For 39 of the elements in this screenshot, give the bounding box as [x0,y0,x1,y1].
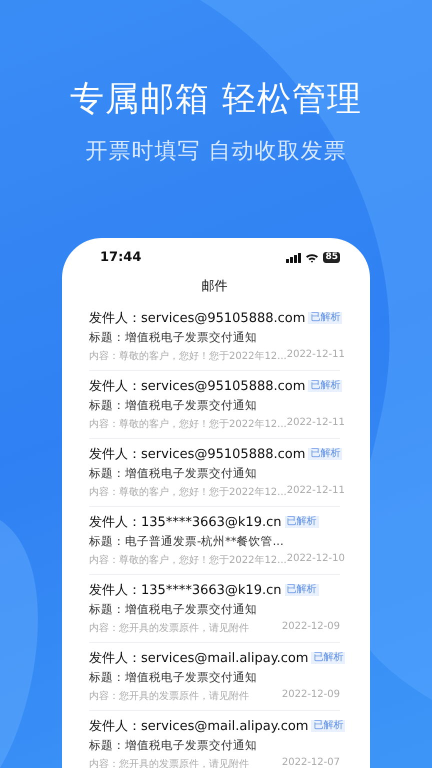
status-time: 17:44 [100,250,142,265]
parsed-badge: 已解析 [311,720,346,732]
mail-sender: 发件人：services@95105888.com [89,378,306,395]
mail-sender: 发件人：services@mail.alipay.com [89,718,308,735]
mail-preview: 内容：您开具的发票原件，请见附件 [89,690,249,703]
subheadline: 开票时填写 自动收取发票 [86,138,346,166]
mail-preview: 内容：尊敬的客户，您好！您于2022年12... [89,418,287,431]
mail-date: 2022-12-10 [286,553,345,566]
mail-sender: 发件人：services@95105888.com [89,310,306,327]
mail-subject: 标题：增值税电子发票交付通知 [89,602,258,617]
mail-subject: 标题：电子普通发票-杭州**餐饮管... [89,534,285,549]
signal-icon [286,252,302,262]
mail-preview: 内容：您开具的发票原件，请见附件 [89,622,249,635]
parsed-badge: 已解析 [308,448,342,460]
mail-sender: 发件人：135****3663@k19.cn [89,582,282,599]
battery-level: 85 [323,252,340,263]
mail-subject: 标题：增值税电子发票交付通知 [89,330,258,345]
parsed-badge: 已解析 [311,652,346,664]
mail-preview: 内容：尊敬的客户，您好！您于2022年12... [89,554,287,567]
mail-sender: 发件人：services@95105888.com [89,446,306,463]
mail-sender: 发件人：135****3663@k19.cn [89,514,282,531]
headline: 专属邮箱 轻松管理 [70,78,362,121]
mail-item[interactable]: 发件人：135****3663@k19.cn 已解析 标题：增值税电子发票交付通知 内容：您开具的发票原件，请见附件 2022-12-09 [89,575,340,643]
parsed-badge: 已解析 [284,516,318,528]
mail-subject: 标题：增值税电子发票交付通知 [89,466,258,481]
mail-preview: 内容：尊敬的客户，您好！您于2022年12... [89,486,287,499]
mail-date: 2022-12-09 [282,621,340,634]
mail-subject: 标题：增值税电子发票交付通知 [89,670,258,685]
mail-preview: 内容：尊敬的客户，您好！您于2022年12... [89,350,287,363]
wifi-icon [305,252,320,262]
screen-title: 邮件 [200,278,228,295]
mail-subject: 标题：增值税电子发票交付通知 [89,398,258,413]
mail-date: 2022-12-09 [282,689,340,702]
parsed-badge: 已解析 [308,312,342,324]
mail-subject: 标题：增值税电子发票交付通知 [89,738,258,753]
mail-date: 2022-12-07 [282,757,340,768]
parsed-badge: 已解析 [308,380,342,392]
parsed-badge: 已解析 [284,584,318,596]
mail-sender: 发件人：services@mail.alipay.com [89,650,308,667]
